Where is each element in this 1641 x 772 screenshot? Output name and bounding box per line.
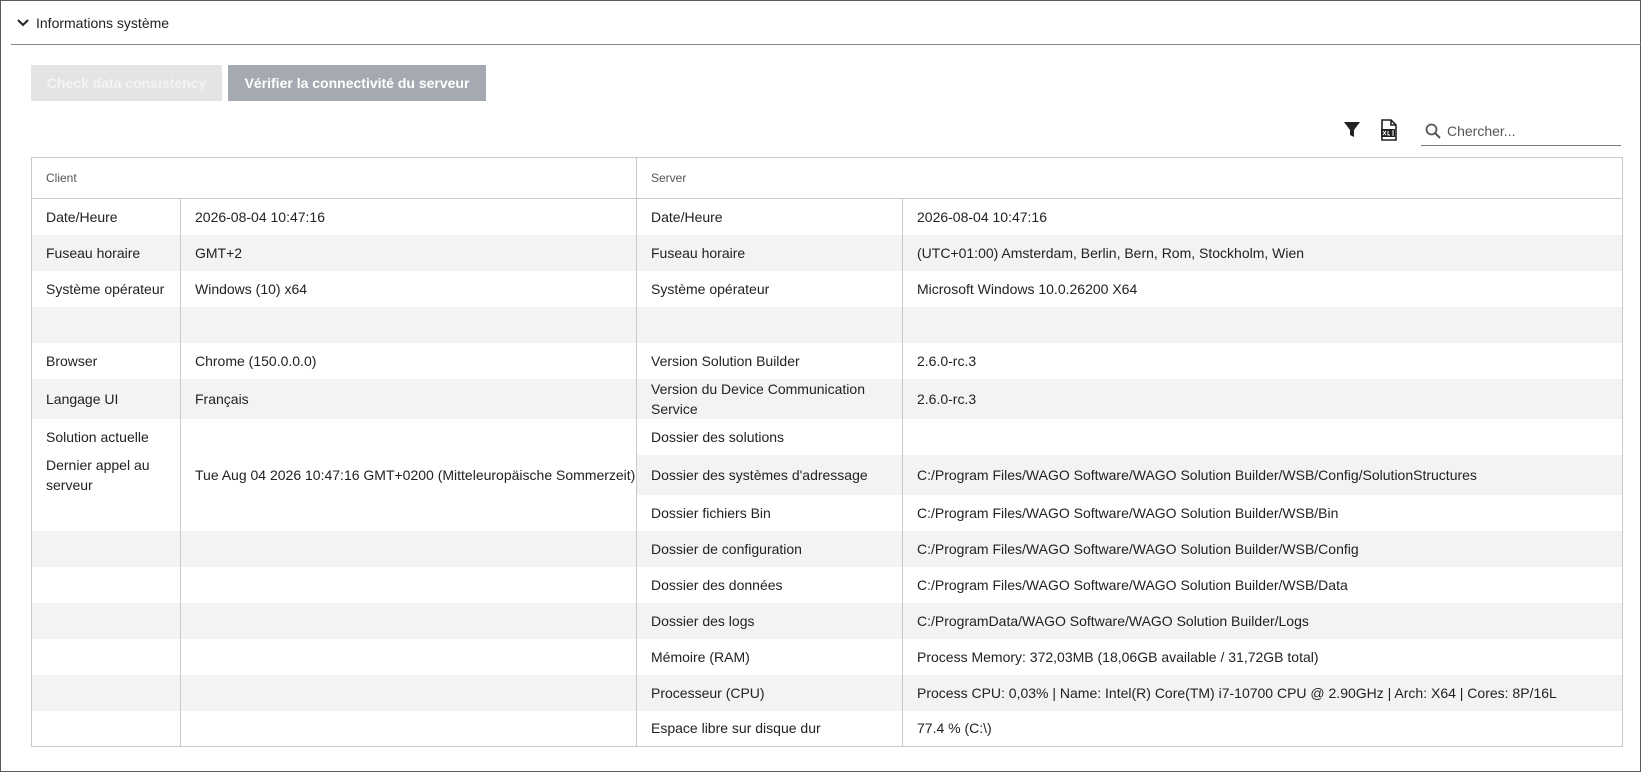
server-value: C:/Program Files/WAGO Software/WAGO Solu… bbox=[902, 566, 1623, 603]
server-label: Dossier des solutions bbox=[636, 418, 903, 455]
client-value: Tue Aug 04 2026 10:47:16 GMT+0200 (Mitte… bbox=[180, 454, 637, 495]
client-label: Langage UI bbox=[31, 378, 181, 419]
server-label: Fuseau horaire bbox=[636, 234, 903, 271]
server-label: Mémoire (RAM) bbox=[636, 638, 903, 675]
filter-icon[interactable] bbox=[1341, 119, 1363, 141]
table-row: Dossier de configuration C:/Program File… bbox=[31, 530, 1623, 567]
table-row: Système opérateur Windows (10) x64 Systè… bbox=[32, 270, 1623, 307]
table-row: Langage UI Français Version du Device Co… bbox=[31, 378, 1623, 419]
client-value: GMT+2 bbox=[180, 234, 637, 271]
check-data-consistency-button[interactable]: Check data consistency bbox=[31, 65, 222, 101]
server-value: 2026-08-04 10:47:16 bbox=[902, 198, 1623, 235]
server-value: 2.6.0-rc.3 bbox=[902, 342, 1623, 379]
server-value bbox=[902, 418, 1623, 455]
server-label bbox=[636, 306, 903, 343]
server-value: Process CPU: 0,03% | Name: Intel(R) Core… bbox=[902, 674, 1623, 711]
system-info-table: Client Server Date/Heure 2026-08-04 10:4… bbox=[31, 157, 1623, 747]
table-row bbox=[31, 306, 1623, 343]
client-value bbox=[180, 418, 637, 455]
server-value: 2.6.0-rc.3 bbox=[902, 378, 1623, 419]
server-value: C:/Program Files/WAGO Software/WAGO Solu… bbox=[902, 494, 1623, 531]
client-value bbox=[180, 494, 637, 531]
server-label: Date/Heure bbox=[636, 198, 903, 235]
client-value bbox=[180, 638, 637, 675]
client-label: Browser bbox=[46, 352, 98, 369]
client-column-header: Client bbox=[31, 157, 637, 199]
verify-server-connectivity-button[interactable]: Vérifier la connectivité du serveur bbox=[228, 65, 486, 101]
client-value bbox=[180, 566, 637, 603]
system-info-panel: Informations système Check data consiste… bbox=[0, 0, 1641, 772]
section-title: Informations système bbox=[36, 14, 170, 31]
server-value bbox=[902, 306, 1623, 343]
client-label: Date/Heure bbox=[46, 208, 118, 225]
client-value bbox=[180, 674, 637, 711]
table-row: Date/Heure 2026-08-04 10:47:16 Date/Heur… bbox=[32, 198, 1623, 235]
table-row: Dernier appel au serveur Tue Aug 04 2026… bbox=[31, 454, 1623, 495]
server-label: Version du Device Communication Service bbox=[636, 378, 903, 419]
client-label bbox=[31, 674, 181, 711]
client-label bbox=[32, 639, 181, 675]
table-row: Processeur (CPU) Process CPU: 0,03% | Na… bbox=[31, 674, 1623, 711]
server-label: Dossier de configuration bbox=[636, 530, 903, 567]
server-value: (UTC+01:00) Amsterdam, Berlin, Bern, Rom… bbox=[902, 234, 1623, 271]
client-label bbox=[31, 530, 181, 567]
table-row: Solution actuelle Dossier des solutions bbox=[32, 418, 1623, 455]
client-label: Dernier appel au serveur bbox=[31, 454, 181, 495]
server-label: Version Solution Builder bbox=[636, 342, 903, 379]
table-row: Browser Chrome (150.0.0.0) Version Solut… bbox=[32, 342, 1623, 379]
search-box bbox=[1421, 117, 1621, 146]
server-column-header: Server bbox=[636, 157, 1623, 199]
client-label bbox=[31, 306, 181, 343]
table-row: Mémoire (RAM) Process Memory: 372,03MB (… bbox=[32, 638, 1623, 675]
server-label: Dossier des logs bbox=[636, 602, 903, 639]
client-value: Windows (10) x64 bbox=[180, 270, 637, 307]
search-icon bbox=[1425, 122, 1443, 140]
client-label: Système opérateur bbox=[46, 280, 165, 297]
client-value bbox=[180, 602, 637, 639]
client-label bbox=[32, 495, 181, 531]
client-value: 2026-08-04 10:47:16 bbox=[180, 198, 637, 235]
server-label: Dossier des données bbox=[636, 566, 903, 603]
table-header-row: Client Server bbox=[31, 157, 1623, 199]
client-value bbox=[180, 530, 637, 567]
client-label bbox=[32, 567, 181, 603]
table-row: Dossier fichiers Bin C:/Program Files/WA… bbox=[32, 494, 1623, 531]
server-label: Système opérateur bbox=[636, 270, 903, 307]
server-label: Espace libre sur disque dur bbox=[636, 710, 903, 747]
client-label bbox=[31, 602, 181, 639]
chevron-down-icon[interactable] bbox=[17, 16, 31, 30]
server-value: Process Memory: 372,03MB (18,06GB availa… bbox=[902, 638, 1623, 675]
table-row: Espace libre sur disque dur 77.4 % (C:\) bbox=[32, 710, 1623, 747]
server-value: C:/Program Files/WAGO Software/WAGO Solu… bbox=[902, 530, 1623, 567]
client-label: Solution actuelle bbox=[46, 428, 149, 445]
server-value: 77.4 % (C:\) bbox=[902, 710, 1623, 747]
server-value: Microsoft Windows 10.0.26200 X64 bbox=[902, 270, 1623, 307]
client-value: Chrome (150.0.0.0) bbox=[180, 342, 637, 379]
client-label: Fuseau horaire bbox=[31, 234, 181, 271]
server-value: C:/Program Files/WAGO Software/WAGO Solu… bbox=[902, 454, 1623, 495]
server-label: Dossier fichiers Bin bbox=[636, 494, 903, 531]
server-label: Processeur (CPU) bbox=[636, 674, 903, 711]
client-value: Français bbox=[180, 378, 637, 419]
search-input[interactable] bbox=[1447, 123, 1617, 139]
section-header-system-info[interactable]: Informations système bbox=[11, 1, 1641, 45]
client-value bbox=[180, 306, 637, 343]
table-row: Dossier des données C:/Program Files/WAG… bbox=[32, 566, 1623, 603]
server-value: C:/ProgramData/WAGO Software/WAGO Soluti… bbox=[902, 602, 1623, 639]
client-label bbox=[32, 711, 181, 747]
table-row: Dossier des logs C:/ProgramData/WAGO Sof… bbox=[31, 602, 1623, 639]
client-value bbox=[180, 710, 637, 747]
server-label: Dossier des systèmes d'adressage bbox=[636, 454, 903, 495]
table-row: Fuseau horaire GMT+2 Fuseau horaire (UTC… bbox=[31, 234, 1623, 271]
export-xls-icon[interactable] bbox=[1378, 119, 1400, 141]
